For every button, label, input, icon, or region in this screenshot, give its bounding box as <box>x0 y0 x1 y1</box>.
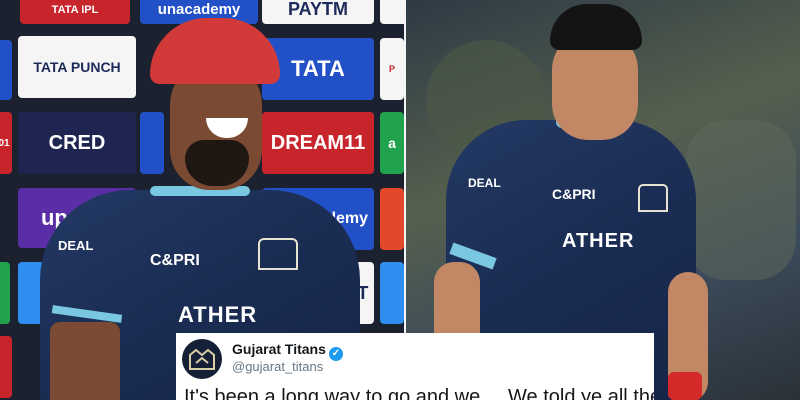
jersey-brand-deal: DEAL <box>468 176 501 190</box>
watermark-text: TATA IPL <box>51 4 99 16</box>
sponsor-board-edge <box>380 188 404 250</box>
sponsor-board-tata-punch: TATA PUNCH <box>18 36 136 98</box>
sponsor-text: TATA <box>291 56 345 81</box>
sponsor-board-watermark: TATA IPL <box>20 0 130 24</box>
jersey-brand-ather: ATHER <box>562 230 635 252</box>
sponsor-board-r <box>140 112 164 174</box>
red-wristband <box>668 372 702 400</box>
sponsor-board-paytm: PAYTM <box>262 0 374 24</box>
gujarat-titans-logo-icon <box>258 238 298 270</box>
tweet-avatar[interactable] <box>182 339 222 379</box>
tweet-body-text: It's been a long way to go and we ... We… <box>184 386 654 400</box>
gujarat-titans-logo-icon <box>638 184 668 212</box>
left-player-red-cap <box>150 18 280 84</box>
crowd-blur <box>686 120 796 280</box>
gujarat-titans-logo-icon <box>189 348 215 370</box>
photo-collage: TATA IPL unacademy PAYTM TATA PUNCH TATA… <box>0 0 800 400</box>
verified-badge-icon: ✓ <box>328 347 343 361</box>
sponsor-text: TATA PUNCH <box>33 59 121 75</box>
sponsor-text: unacademy <box>157 0 241 18</box>
tweet-account-name[interactable]: Gujarat Titans ✓ <box>232 341 343 361</box>
jersey-brand-capri: C&PRI <box>150 252 200 269</box>
jersey-brand-ather: ATHER <box>178 302 258 327</box>
sponsor-text: CRED <box>48 131 106 154</box>
jersey-brand-capri: C&PRI <box>552 186 596 202</box>
account-name-text[interactable]: Gujarat Titans <box>232 341 326 357</box>
left-player-beard <box>185 140 249 186</box>
sponsor-text: 01 <box>0 137 10 149</box>
tweet-handle[interactable]: @gujarat_titans <box>232 359 323 374</box>
sponsor-board-p: P <box>380 38 404 100</box>
sponsor-board-cred: CRED <box>18 112 136 174</box>
sponsor-text: a <box>388 135 396 151</box>
sponsor-board-edge <box>0 40 12 100</box>
sponsor-board-edge <box>380 0 404 24</box>
tweet-card[interactable]: Gujarat Titans ✓ @gujarat_titans It's bee… <box>176 333 654 400</box>
sponsor-board-01: 01 <box>0 112 12 174</box>
jersey-brand-deal: DEAL <box>58 238 94 253</box>
sponsor-board-dream11: DREAM11 <box>262 112 374 174</box>
sponsor-board-edge <box>0 336 12 398</box>
sponsor-board-edge <box>0 262 10 324</box>
sponsor-board-a: a <box>380 112 404 174</box>
right-player-hair <box>550 4 642 50</box>
sponsor-text: DREAM11 <box>270 131 366 154</box>
sponsor-board-edge <box>380 262 404 324</box>
sponsor-text: P <box>388 64 395 74</box>
sponsor-text: PAYTM <box>287 0 348 19</box>
left-player-arm <box>50 322 120 400</box>
